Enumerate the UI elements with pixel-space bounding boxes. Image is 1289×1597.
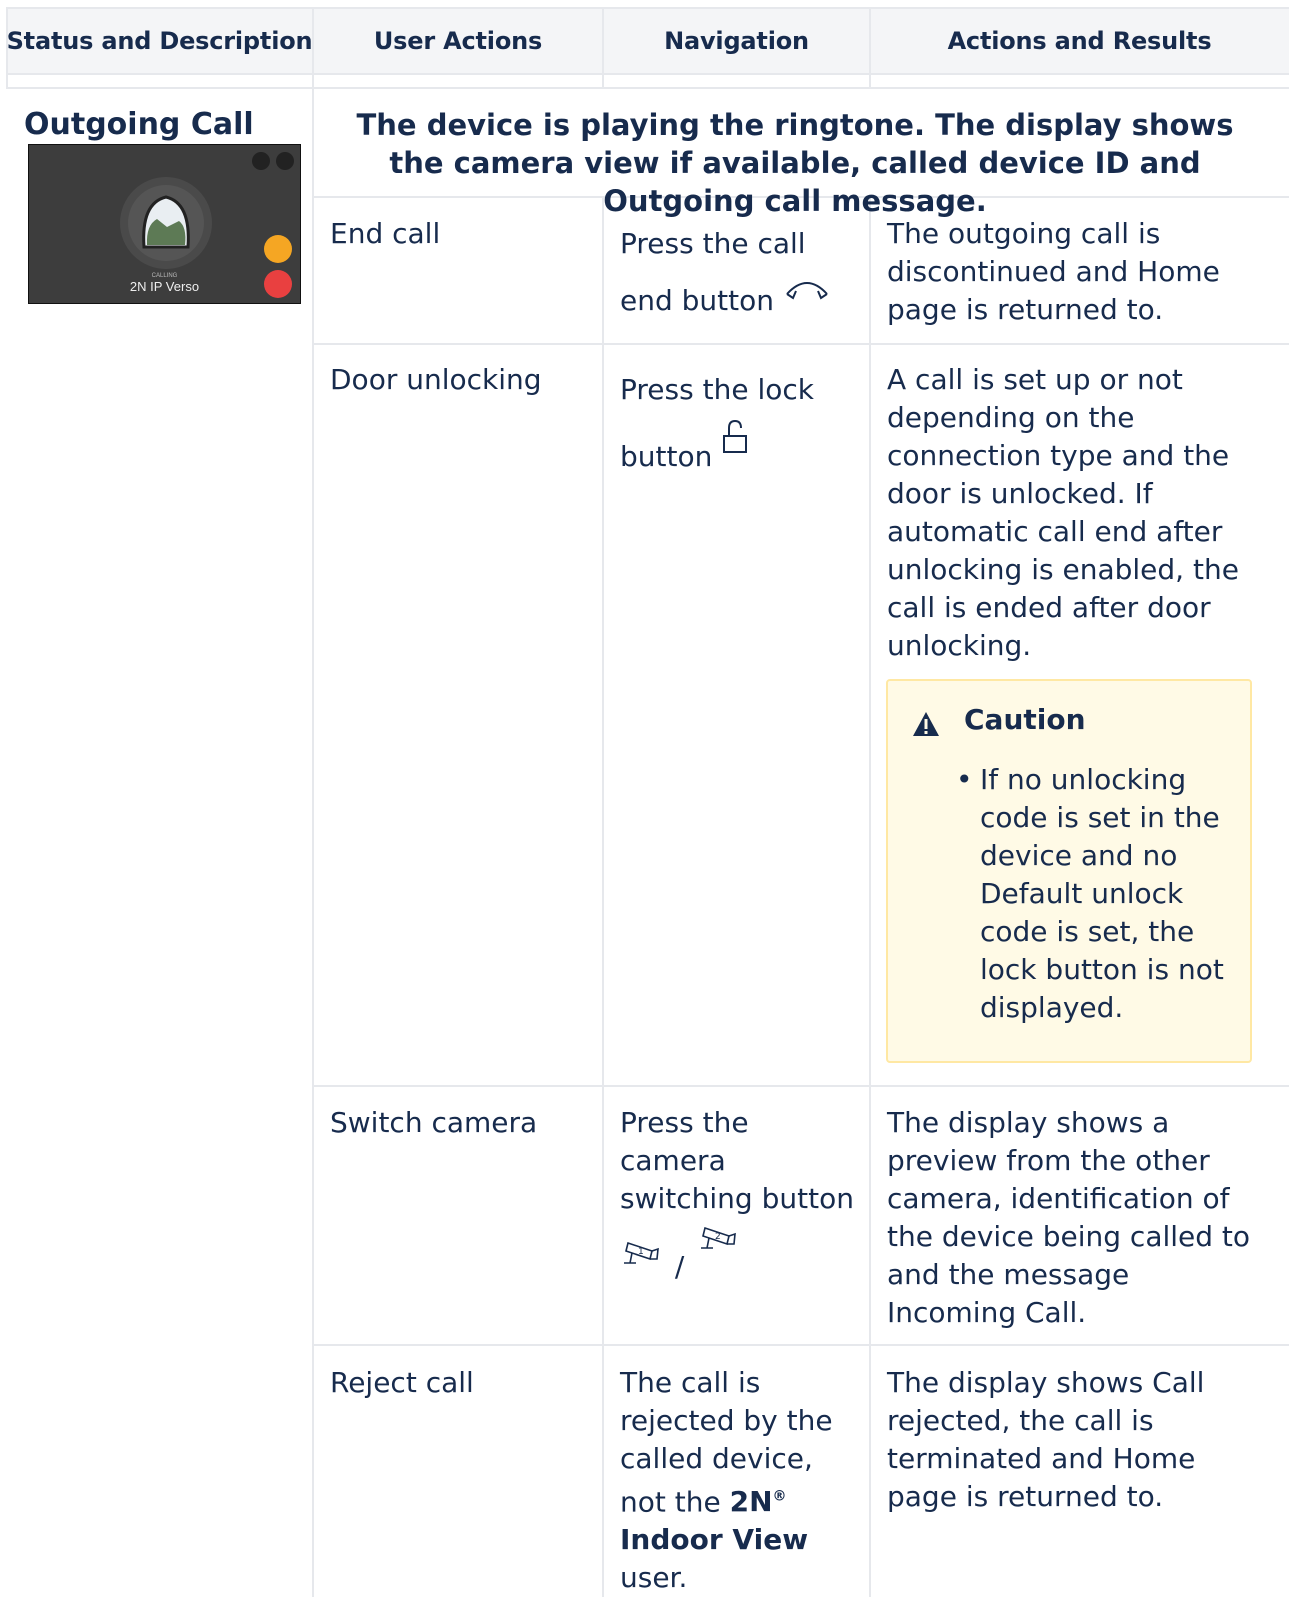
result-reject-call: The display shows Call rejected, the cal… xyxy=(887,1366,1205,1513)
device-name-label: 2N IP Verso xyxy=(129,279,200,294)
warning-icon xyxy=(913,712,939,736)
user-action-switch-camera: Switch camera xyxy=(330,1106,538,1139)
table-header: Status and Description User Actions Navi… xyxy=(6,7,1289,75)
navigation-text: The call is rejected by the called devic… xyxy=(620,1366,833,1519)
lock-icon xyxy=(723,419,748,453)
camera-2-icon: 2 xyxy=(701,1226,737,1249)
grid-line xyxy=(312,343,1289,345)
caution-box: Caution • If no unlocking code is set in… xyxy=(886,679,1252,1063)
grid-line xyxy=(312,1344,1289,1346)
navigation-end-call: Press the call end button xyxy=(620,215,860,329)
section-description: The device is playing the ringtone. The … xyxy=(356,108,1234,218)
navigation-suffix: user. xyxy=(620,1561,688,1595)
grid-line xyxy=(6,7,8,89)
grid-line xyxy=(869,196,871,1597)
device-screen-thumbnail: CALLING 2N IP Verso xyxy=(28,144,301,304)
column-header-user-actions: User Actions xyxy=(373,27,543,55)
user-action-end-call: End call xyxy=(330,217,441,250)
column-header-navigation: Navigation xyxy=(664,27,809,55)
svg-text:1: 1 xyxy=(638,1247,644,1257)
navigation-text: Press the camera switching button xyxy=(620,1106,854,1215)
svg-text:2: 2 xyxy=(715,1232,721,1242)
grid-line xyxy=(312,7,314,1597)
grid-line xyxy=(869,7,871,89)
column-header-status: Status and Description xyxy=(6,27,313,55)
registered-mark: ® xyxy=(772,1489,787,1505)
navigation-reject-call: The call is rejected by the called devic… xyxy=(620,1364,860,1597)
camera-icons: 1 / 2 xyxy=(620,1222,860,1283)
brand-product: Indoor View xyxy=(620,1523,809,1557)
navigation-switch-camera: Press the camera switching button 1 / 2 xyxy=(620,1104,860,1283)
navigation-door-unlocking: Press the lock button xyxy=(620,361,860,485)
section-title: Outgoing Call xyxy=(24,107,254,142)
result-door-unlocking: A call is set up or not depending on the… xyxy=(887,363,1239,662)
user-action-reject-call: Reject call xyxy=(330,1366,474,1399)
caution-item: If no unlocking code is set in the devic… xyxy=(980,763,1224,1024)
bullet-icon: • xyxy=(956,763,973,796)
caution-list: • If no unlocking code is set in the dev… xyxy=(956,761,1238,1027)
result-end-call: The outgoing call is discontinued and Ho… xyxy=(887,217,1220,326)
grid-line xyxy=(602,196,604,1597)
caution-title: Caution xyxy=(964,703,1086,736)
result-switch-camera: The display shows a preview from the oth… xyxy=(887,1106,1251,1329)
column-header-actions-results: Actions and Results xyxy=(947,27,1212,55)
brand-prefix: 2N xyxy=(729,1485,773,1519)
grid-line xyxy=(312,1085,1289,1087)
camera-separator: / xyxy=(674,1250,685,1283)
call-end-icon xyxy=(786,282,828,300)
camera-1-icon: 1 xyxy=(624,1241,659,1264)
grid-line xyxy=(6,87,1289,89)
grid-line xyxy=(602,7,604,89)
user-action-door-unlocking: Door unlocking xyxy=(330,363,542,396)
navigation-text: Press the call end button xyxy=(620,227,806,317)
navigation-text: Press the lock button xyxy=(620,373,814,473)
